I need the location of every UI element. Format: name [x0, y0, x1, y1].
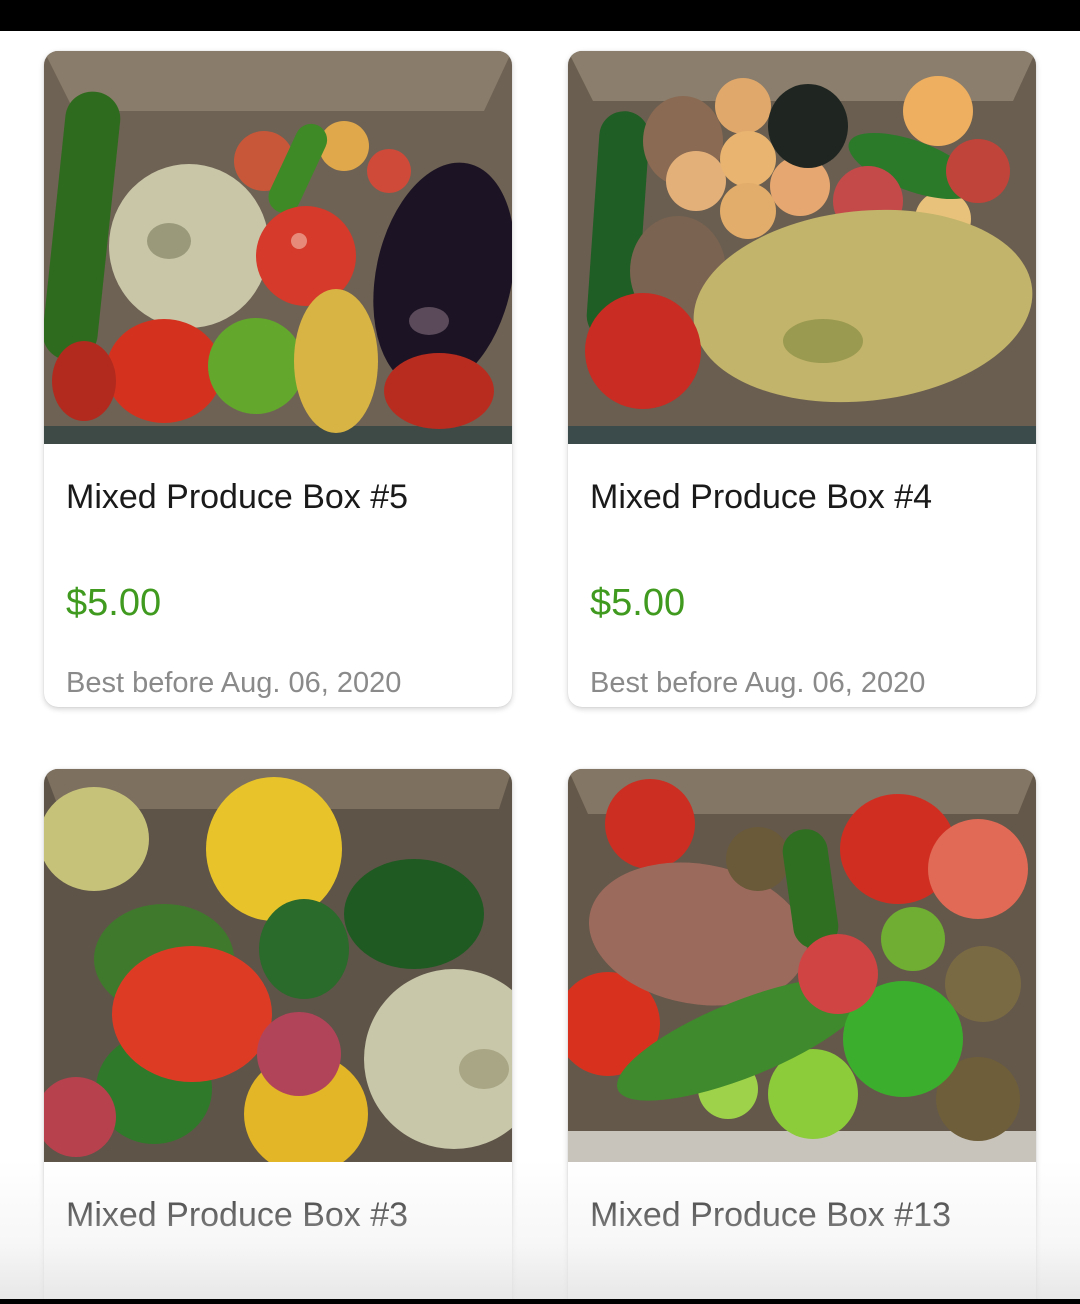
product-title: Mixed Produce Box #4 — [590, 478, 933, 516]
product-image — [44, 51, 512, 444]
product-price: $5.00 — [66, 582, 162, 624]
product-price: $5.00 — [590, 582, 686, 624]
product-card[interactable]: Mixed Produce Box #4 $5.00 Best before A… — [568, 51, 1036, 707]
product-title: Mixed Produce Box #3 — [66, 1196, 409, 1234]
product-title: Mixed Produce Box #5 — [66, 478, 409, 516]
navigation-bar-edge — [0, 1299, 1080, 1304]
product-image — [568, 769, 1036, 1162]
product-image — [568, 51, 1036, 444]
product-expiry: Best before Aug. 06, 2020 — [590, 667, 926, 699]
product-card[interactable]: Mixed Produce Box #3 — [44, 769, 512, 1304]
product-grid: Mixed Produce Box #5 $5.00 Best before A… — [0, 31, 1080, 1304]
product-card[interactable]: Mixed Produce Box #5 $5.00 Best before A… — [44, 51, 512, 707]
product-card[interactable]: Mixed Produce Box #13 — [568, 769, 1036, 1304]
product-title: Mixed Produce Box #13 — [590, 1196, 951, 1234]
product-expiry: Best before Aug. 06, 2020 — [66, 667, 402, 699]
product-image — [44, 769, 512, 1162]
status-bar — [0, 0, 1080, 31]
